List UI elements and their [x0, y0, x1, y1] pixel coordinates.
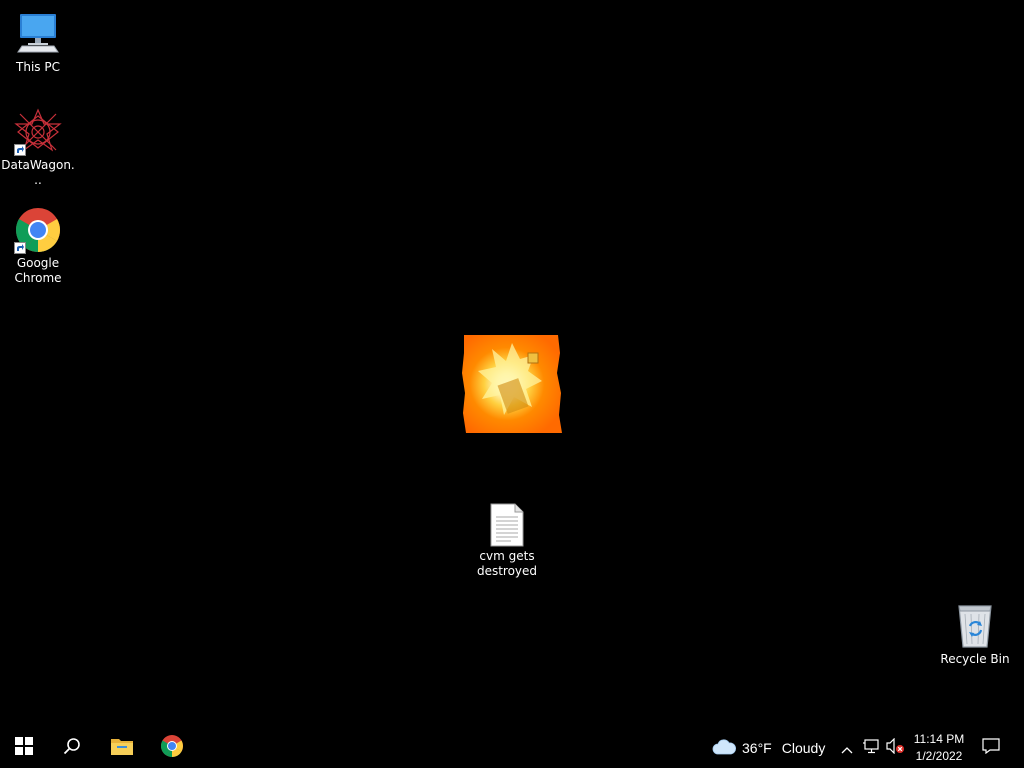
shortcut-arrow-icon: [14, 242, 26, 254]
text-file-label: cvm gets destroyed: [476, 549, 538, 578]
chrome-icon: [160, 734, 184, 762]
shortcut-arrow-icon: [14, 144, 26, 156]
folder-icon: [110, 736, 134, 760]
taskbar-clock[interactable]: 11:14 PM 1/2/2022: [906, 728, 972, 768]
google-chrome-shortcut[interactable]: Google Chrome: [0, 206, 76, 286]
file-explorer-taskbar-button[interactable]: [98, 728, 146, 768]
computer-icon: [14, 10, 62, 58]
datawagon-icon: [14, 108, 62, 156]
weather-widget[interactable]: 36°F Cloudy: [712, 728, 825, 768]
desktop: This PC DataWagon... Google Chrome cvm g…: [0, 0, 1024, 728]
datawagon-label: DataWagon...: [1, 158, 75, 187]
this-pc-shortcut[interactable]: This PC: [0, 10, 76, 75]
search-button[interactable]: [48, 728, 96, 768]
cloud-icon: [712, 738, 736, 758]
chevron-up-icon: [841, 739, 853, 758]
datawagon-shortcut[interactable]: DataWagon...: [0, 108, 76, 188]
recycle-bin-icon: [951, 602, 999, 650]
action-center-button[interactable]: [976, 728, 1006, 768]
show-hidden-icons-button[interactable]: [835, 728, 859, 768]
recycle-bin-shortcut[interactable]: Recycle Bin: [937, 602, 1013, 667]
this-pc-label: This PC: [16, 60, 60, 74]
chrome-icon: [14, 206, 62, 254]
explosion-image: [462, 333, 562, 434]
search-icon: [63, 737, 81, 759]
weather-condition: Cloudy: [781, 740, 826, 756]
volume-button[interactable]: [883, 728, 907, 768]
speaker-muted-icon: [885, 737, 905, 758]
google-chrome-label: Google Chrome: [14, 256, 62, 285]
weather-temperature: 36°F: [742, 740, 772, 756]
clock-time: 11:14 PM: [913, 732, 965, 746]
windows-logo-icon: [15, 737, 33, 759]
chrome-taskbar-button[interactable]: [148, 728, 196, 768]
taskbar: 36°F Cloudy 11:14 PM 1/2/2022: [0, 728, 1024, 768]
recycle-bin-label: Recycle Bin: [940, 652, 1010, 666]
text-file-shortcut[interactable]: cvm gets destroyed: [469, 503, 545, 579]
clock-date: 1/2/2022: [915, 749, 963, 763]
start-button[interactable]: [0, 728, 48, 768]
text-file-icon: [487, 503, 527, 547]
network-icon: [862, 738, 880, 758]
network-button[interactable]: [859, 728, 883, 768]
notification-icon: [982, 738, 1000, 758]
